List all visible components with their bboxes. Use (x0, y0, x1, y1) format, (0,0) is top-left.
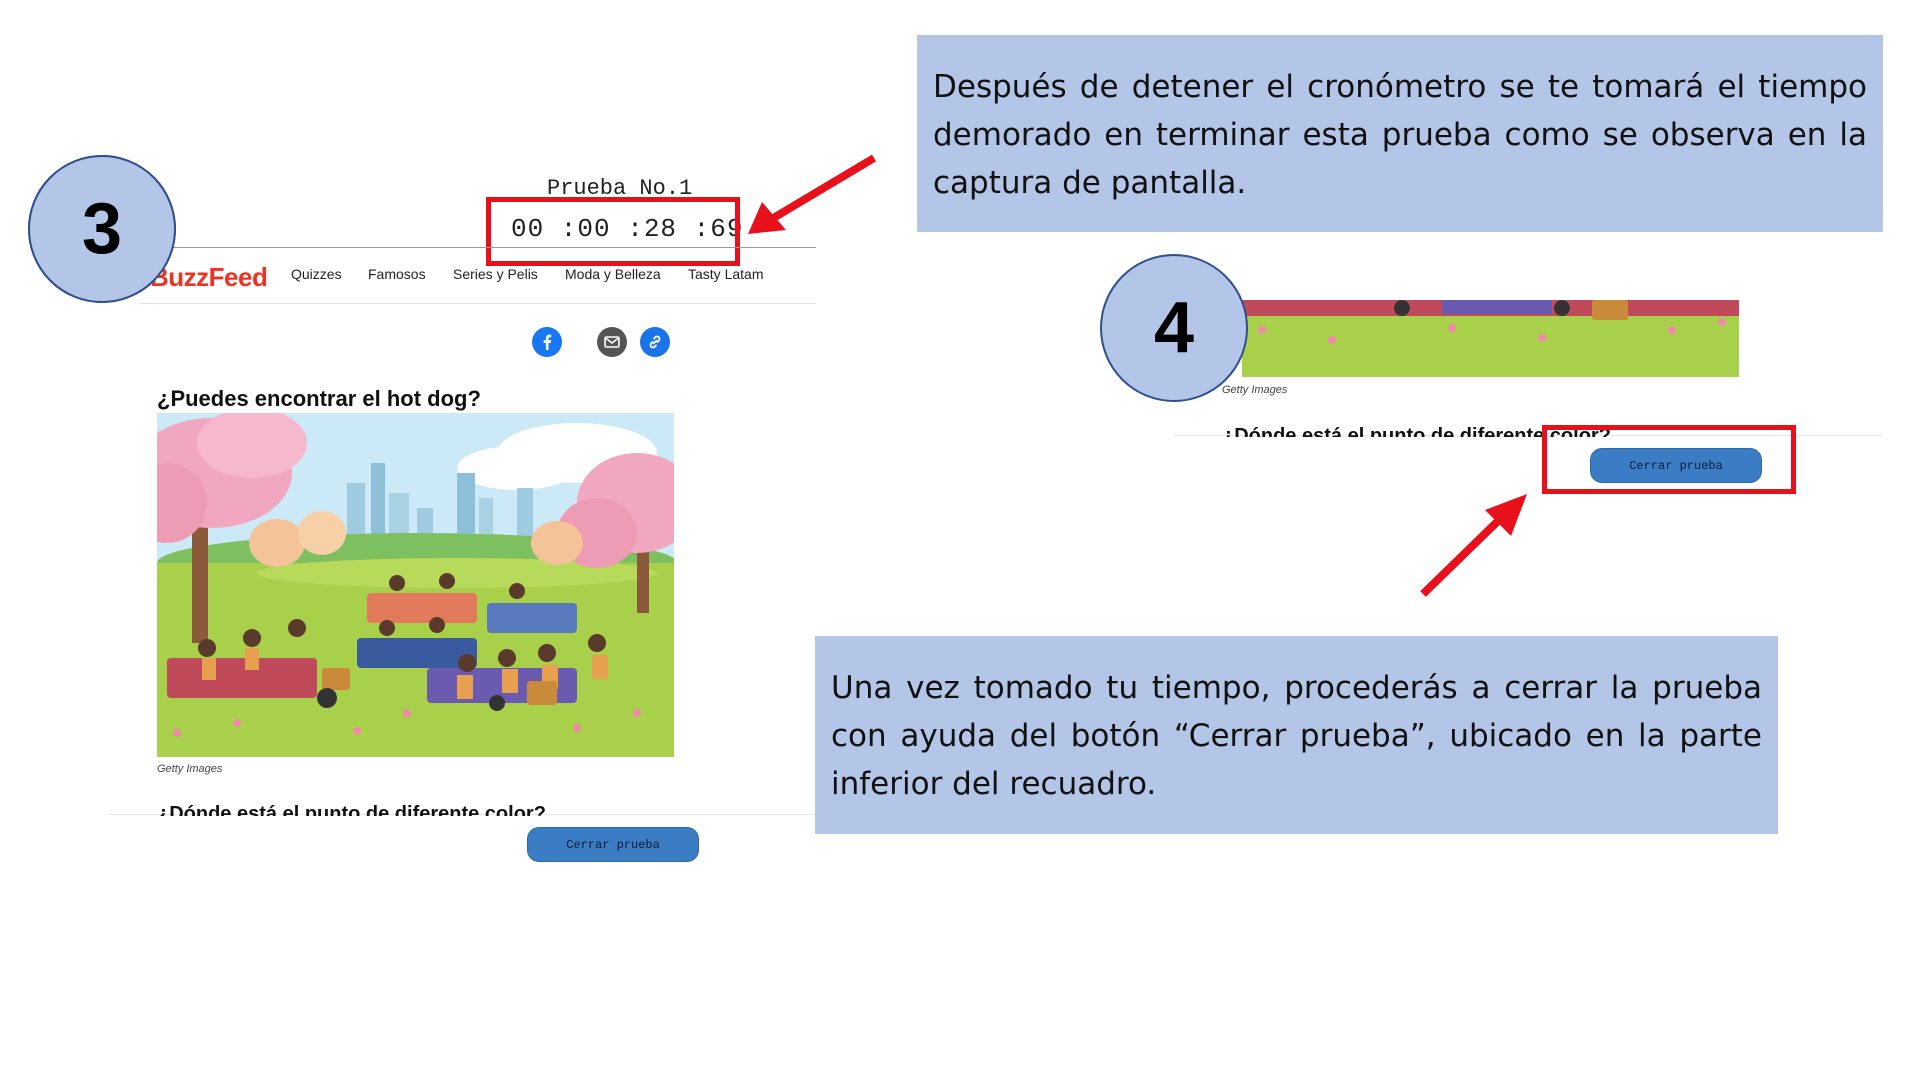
nav-tasty-latam[interactable]: Tasty Latam (688, 266, 763, 282)
nav-series-y-pelis[interactable]: Series y Pelis (453, 266, 538, 282)
timer-highlight-box (486, 197, 740, 266)
image-credit-right: Getty Images (1222, 384, 1288, 396)
park-illustration (157, 413, 674, 757)
step-3-circle-overlay: 3 (28, 155, 176, 303)
nav-quizzes[interactable]: Quizzes (291, 266, 342, 282)
image-credit: Getty Images (157, 763, 223, 775)
question-cut-off: ¿Dónde está el punto de diferente color? (157, 803, 546, 816)
nav-moda-y-belleza[interactable]: Moda y Belleza (565, 266, 661, 282)
callout-close-explanation: Una vez tomado tu tiempo, procederás a c… (815, 636, 1778, 834)
close-test-button[interactable]: Cerrar prueba (527, 827, 699, 862)
park-illustration-cropped (1242, 300, 1739, 377)
question-hot-dog: ¿Puedes encontrar el hot dog? (157, 386, 481, 411)
nav-famosos[interactable]: Famosos (368, 266, 426, 282)
arrow-to-close-button-icon (1420, 494, 1527, 597)
brand-logo[interactable]: BuzzFeed (150, 262, 268, 293)
header-divider (140, 247, 816, 248)
arrow-to-timer-icon (748, 154, 877, 234)
facebook-icon[interactable] (532, 327, 562, 357)
step-4-number: 4 (1153, 288, 1195, 368)
copy-link-icon[interactable] (640, 327, 670, 357)
callout-timer-explanation: Después de detener el cronómetro se te t… (917, 35, 1883, 232)
email-icon[interactable] (597, 327, 627, 357)
nav-divider (140, 303, 816, 304)
close-button-highlight-box (1542, 425, 1796, 494)
step-4-circle: 4 (1100, 254, 1248, 402)
